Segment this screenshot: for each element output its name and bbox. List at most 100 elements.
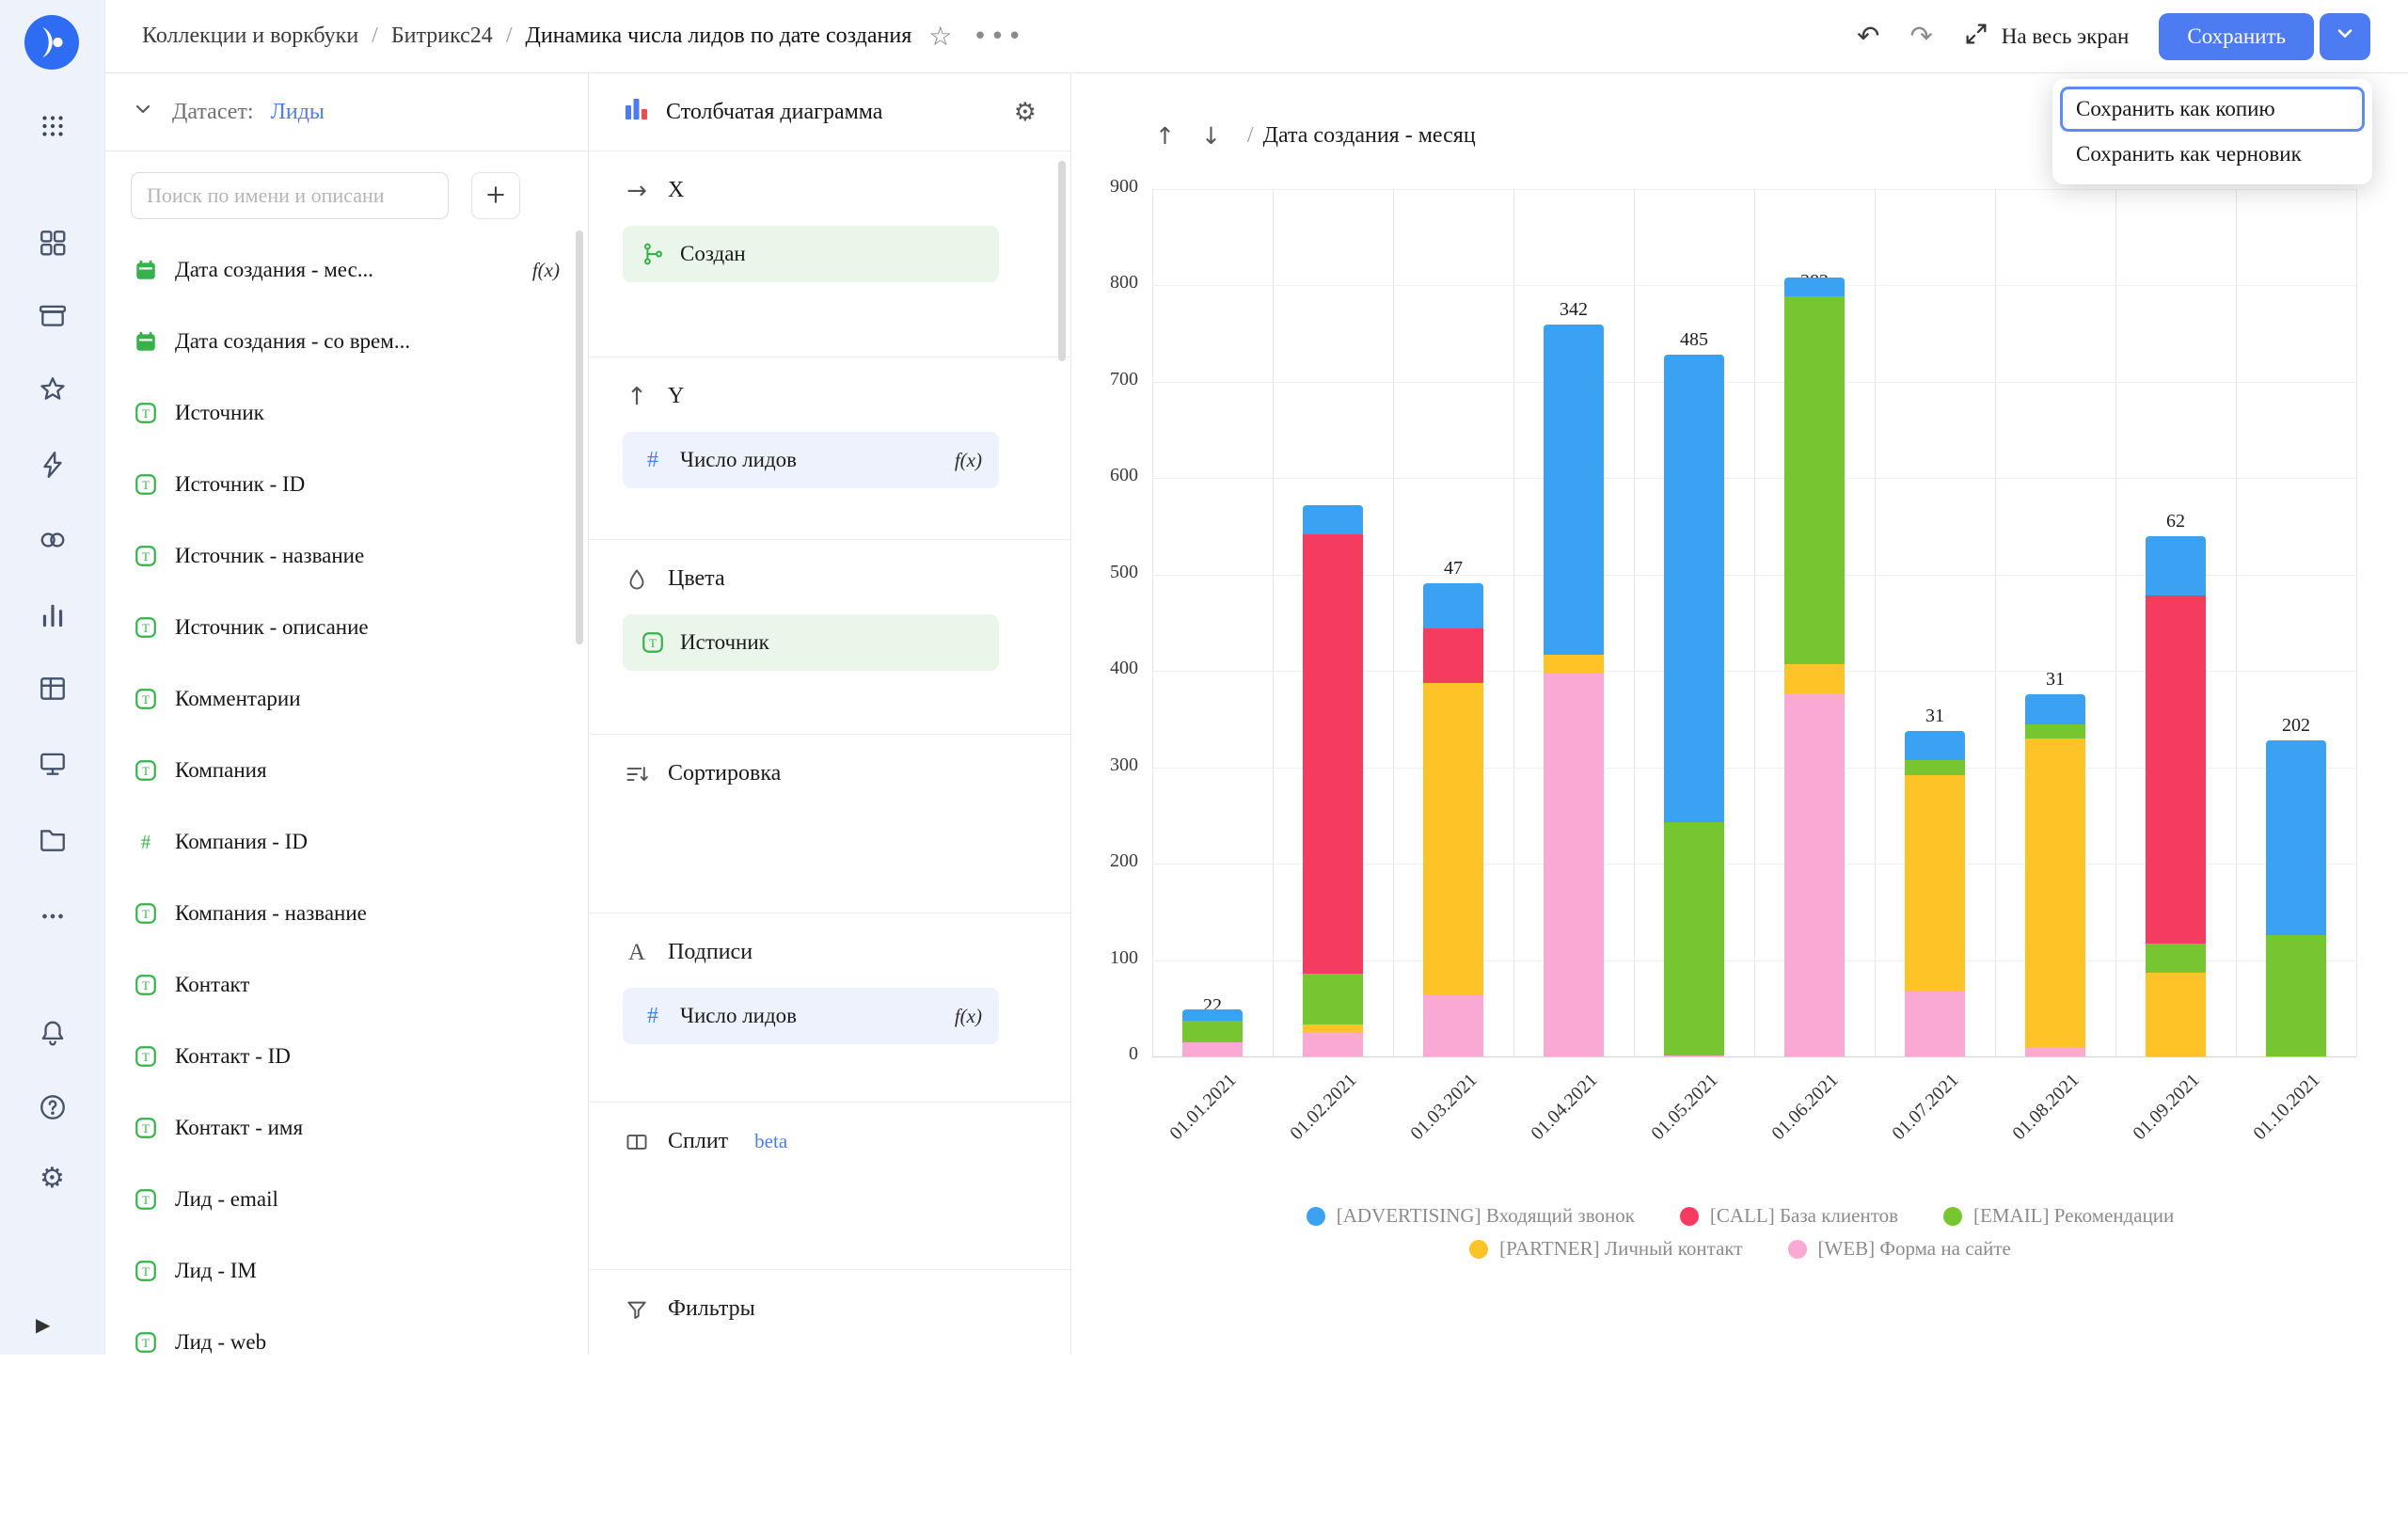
charts-icon[interactable] [0,600,104,630]
bar-segment[interactable] [1182,1042,1243,1056]
bar-segment[interactable] [1423,583,1483,628]
expand-rail-icon[interactable]: ▶ [0,1313,140,1336]
undo-icon[interactable]: ↶ [1857,23,1879,50]
sort-ascending-icon[interactable]: ↑ [1155,122,1175,150]
bar-segment[interactable] [1784,693,1845,1056]
bar-segment[interactable] [1784,664,1845,693]
bar-segment[interactable] [1905,760,1965,774]
datalens-logo[interactable] [24,15,79,70]
legend-item[interactable]: [PARTNER] Личный контакт [1469,1237,1742,1261]
legend-item[interactable]: [CALL] База клиентов [1680,1204,1898,1228]
bar-segment[interactable] [1303,1024,1363,1032]
help-icon[interactable] [0,1092,104,1122]
bar-segment[interactable] [1905,731,1965,761]
bar-segment[interactable] [1784,278,1845,295]
dataset-name-link[interactable]: Лиды [271,100,325,125]
save-button[interactable]: Сохранить [2159,13,2314,60]
bar-segment[interactable] [1423,628,1483,682]
x-axis-label[interactable]: 01.09.2021 [2076,1070,2204,1198]
settings-gear-icon[interactable]: ⚙ [0,1165,104,1193]
field-row[interactable]: TИсточник - описание [104,592,588,663]
breadcrumb-collections[interactable]: Коллекции и воркбуки [142,24,358,49]
add-field-button[interactable] [471,172,520,219]
bar-segment[interactable] [2146,536,2206,596]
chart-type-selector[interactable]: Столбчатая диаграмма [666,100,882,125]
bar-segment[interactable] [2266,935,2326,1056]
x-axis-label[interactable]: 01.01.2021 [1113,1070,1241,1198]
connections-lightning-icon[interactable] [0,450,104,480]
field-row[interactable]: TЛид - web [104,1307,588,1354]
field-row[interactable]: TКонтакт - имя [104,1092,588,1164]
bar-segment[interactable] [2025,724,2085,738]
files-folder-icon[interactable] [0,824,104,854]
legend-item[interactable]: [WEB] Форма на сайте [1788,1237,2011,1261]
menu-item-save-as-copy[interactable]: Сохранить как копию [2060,87,2365,132]
bar-segment[interactable] [1303,505,1363,534]
config-scrollbar-thumb[interactable] [1058,161,1066,361]
bar-segment[interactable] [1182,1021,1243,1042]
sort-descending-icon[interactable]: ↓ [1201,122,1221,150]
datasets-table-icon[interactable] [0,674,104,704]
field-row[interactable]: TКонтакт [104,949,588,1021]
save-options-chevron-button[interactable] [2320,13,2370,60]
field-row[interactable]: TЛид - IM [104,1235,588,1307]
notifications-bell-icon[interactable] [0,1018,104,1048]
x-axis-label[interactable]: 01.08.2021 [1956,1070,2083,1198]
bar-segment[interactable] [2146,973,2206,1056]
field-row[interactable]: TИсточник - название [104,520,588,592]
x-axis-label[interactable]: 01.05.2021 [1594,1070,1722,1198]
bar-segment[interactable] [1905,992,1965,1056]
more-services-icon[interactable] [0,901,104,931]
favorite-star-icon[interactable]: ☆ [928,21,952,52]
bar-segment[interactable] [1423,683,1483,996]
colors-field-pill[interactable]: T Источник [623,614,999,671]
apps-grid-icon[interactable] [0,111,104,141]
bar-segment[interactable] [1544,325,1604,654]
field-row[interactable]: TИсточник [104,377,588,449]
labels-field-pill[interactable]: # Число лидов f(x) [623,988,999,1044]
dashboards-icon[interactable] [0,228,104,258]
bar-segment[interactable] [2025,694,2085,724]
links-rings-icon[interactable] [0,525,104,555]
field-row[interactable]: TКонтакт - ID [104,1021,588,1092]
bar-segment[interactable] [1664,1056,1724,1057]
bar-segment[interactable] [1303,1032,1363,1056]
menu-item-save-as-draft[interactable]: Сохранить как черновик [2060,132,2365,177]
legend-item[interactable]: [ADVERTISING] Входящий звонок [1307,1204,1635,1228]
x-field-pill[interactable]: Создан [623,226,999,282]
more-actions-icon[interactable]: ••• [973,23,1024,51]
bar-segment[interactable] [2025,1047,2085,1056]
bar-segment[interactable] [1664,822,1724,1056]
x-axis-label[interactable]: 01.10.2021 [2196,1070,2324,1198]
bar-segment[interactable] [1303,974,1363,1024]
bar-segment[interactable] [1423,995,1483,1056]
field-row[interactable]: TКомпания - название [104,878,588,949]
field-row[interactable]: Дата создания - со врем... [104,306,588,377]
x-axis-label[interactable]: 01.07.2021 [1835,1070,1963,1198]
field-row[interactable]: #Компания - ID [104,806,588,878]
bar-segment[interactable] [2146,595,2206,944]
collapse-chevron-icon[interactable] [131,97,155,128]
y-field-pill[interactable]: # Число лидов f(x) [623,432,999,488]
field-row[interactable]: TКомпания [104,735,588,806]
bar-segment[interactable] [2025,738,2085,1047]
redo-icon[interactable]: ↷ [1909,23,1932,50]
field-search-input[interactable] [131,172,449,219]
bar-segment[interactable] [1303,534,1363,974]
bar-segment[interactable] [1664,355,1724,822]
chart-settings-gear-icon[interactable]: ⚙ [1014,98,1037,127]
fullscreen-button[interactable]: На весь экран [1963,21,2130,53]
breadcrumb-workbook[interactable]: Битрикс24 [391,24,493,49]
fields-scrollbar-thumb[interactable] [576,230,583,644]
x-axis-label[interactable]: 01.04.2021 [1474,1070,1602,1198]
collections-icon[interactable] [0,301,104,331]
field-row[interactable]: TКомментарии [104,663,588,735]
legend-item[interactable]: [EMAIL] Рекомендации [1943,1204,2174,1228]
favorites-star-icon[interactable] [0,374,104,405]
monitoring-icon[interactable] [0,749,104,779]
x-axis-label[interactable]: 01.06.2021 [1715,1070,1843,1198]
bar-segment[interactable] [1544,674,1604,1056]
field-row[interactable]: TИсточник - ID [104,449,588,520]
bar-segment[interactable] [1544,655,1604,674]
x-axis-label[interactable]: 01.02.2021 [1233,1070,1361,1198]
